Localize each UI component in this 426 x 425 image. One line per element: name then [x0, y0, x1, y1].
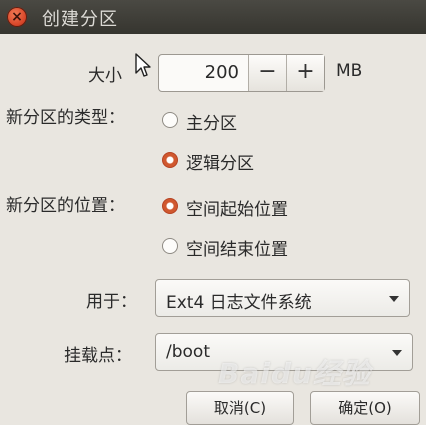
- partition-type-label: 新分区的类型：: [6, 108, 125, 128]
- increment-button[interactable]: +: [286, 55, 324, 91]
- size-unit: MB: [336, 61, 363, 81]
- radio-primary[interactable]: [162, 112, 178, 128]
- size-input[interactable]: 200: [159, 55, 247, 91]
- mount-point-label: 挂载点：: [64, 346, 132, 366]
- radio-end-of-space-label[interactable]: 空间结束位置: [186, 235, 288, 260]
- use-as-label: 用于：: [86, 292, 137, 312]
- radio-end-of-space[interactable]: [162, 238, 178, 254]
- watermark: Baidu经验: [218, 357, 371, 390]
- partition-location-label: 新分区的位置：: [6, 196, 125, 216]
- radio-logical-label[interactable]: 逻辑分区: [186, 149, 254, 174]
- window-title: 创建分区: [42, 9, 118, 30]
- ok-button[interactable]: 确定(O): [310, 391, 420, 425]
- size-spinbutton: 200 − +: [158, 54, 325, 92]
- cancel-button[interactable]: 取消(C): [186, 391, 294, 425]
- mount-point-value[interactable]: /boot: [166, 342, 210, 362]
- radio-primary-label[interactable]: 主分区: [186, 109, 237, 134]
- chevron-down-icon: [392, 350, 402, 356]
- title-bar: × 创建分区: [0, 0, 426, 34]
- mouse-pointer-icon: [135, 53, 151, 77]
- radio-start-of-space-label[interactable]: 空间起始位置: [186, 195, 288, 220]
- decrement-button[interactable]: −: [248, 55, 286, 91]
- radio-start-of-space[interactable]: [162, 198, 178, 214]
- close-icon[interactable]: ×: [7, 7, 27, 27]
- use-as-value: Ext4 日志文件系统: [166, 293, 312, 313]
- size-label: 大小: [88, 66, 122, 86]
- chevron-down-icon: [389, 296, 399, 302]
- use-as-dropdown[interactable]: Ext4 日志文件系统: [155, 279, 410, 317]
- radio-logical[interactable]: [162, 152, 178, 168]
